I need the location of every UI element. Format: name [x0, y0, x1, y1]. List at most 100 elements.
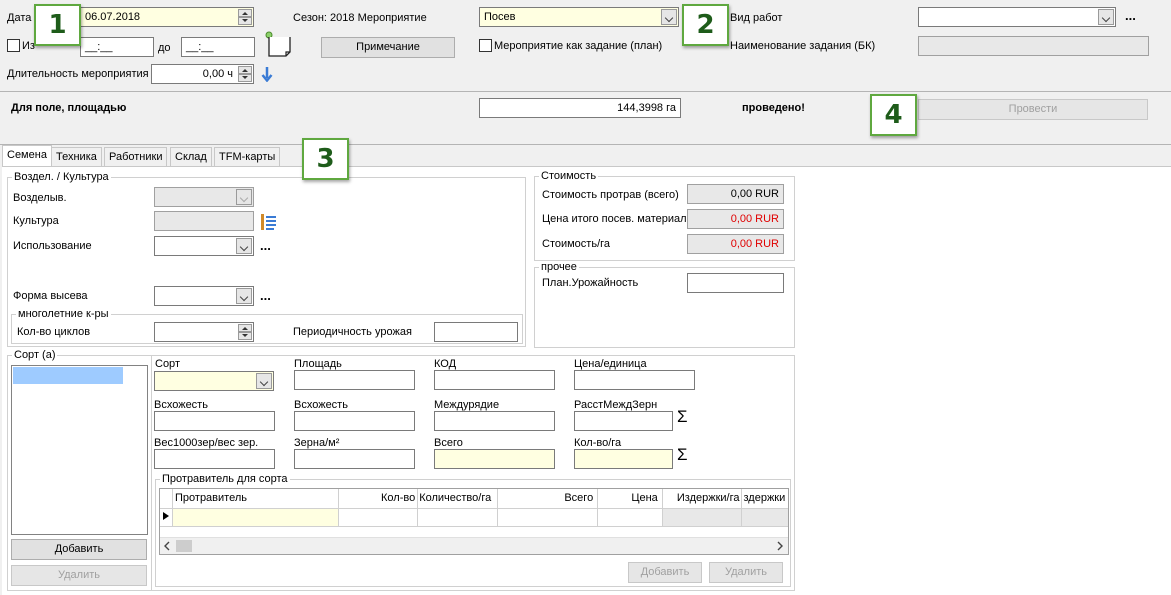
- cost-row-label: Стоимость протрав (всего): [542, 189, 679, 201]
- arrow-down-icon[interactable]: [261, 66, 273, 83]
- cycles-input[interactable]: [154, 322, 254, 342]
- sowing-form-more-button[interactable]: ...: [260, 288, 271, 303]
- list-icon[interactable]: [259, 213, 277, 231]
- add-variety-button[interactable]: Добавить: [11, 539, 147, 560]
- table-cell[interactable]: [741, 508, 788, 527]
- duration-input[interactable]: 0,00 ч: [151, 64, 254, 84]
- grains-m2-label: Зерна/м²: [294, 437, 340, 449]
- add-treatment-button[interactable]: Добавить: [628, 562, 702, 583]
- chevron-down-icon[interactable]: [1098, 9, 1114, 25]
- header-panel: Дата 06.07.2018 Из __:__ до __:__ Длител…: [0, 0, 1171, 92]
- grains-m2-field[interactable]: [294, 449, 415, 469]
- as-task-checkbox[interactable]: [479, 39, 492, 52]
- tab-workers[interactable]: Работники: [104, 147, 168, 166]
- note-button[interactable]: Примечание: [321, 37, 455, 58]
- chevron-down-icon[interactable]: [661, 9, 677, 25]
- work-type-more-button[interactable]: ...: [1125, 8, 1136, 23]
- area-label: Площадь: [294, 358, 342, 370]
- variety-list[interactable]: [11, 365, 148, 535]
- conduct-button[interactable]: Провести: [918, 99, 1148, 120]
- delete-treatment-button[interactable]: Удалить: [709, 562, 783, 583]
- table-row[interactable]: [160, 508, 788, 527]
- chevron-down-icon[interactable]: [236, 238, 252, 254]
- germination-label: Всхожесть: [294, 399, 348, 411]
- treatment-group-title: Протравитель для сорта: [160, 473, 290, 485]
- table-cell[interactable]: [662, 508, 743, 527]
- variety-label: Сорт: [155, 358, 180, 370]
- date-input[interactable]: 06.07.2018: [80, 7, 254, 27]
- scroll-left-icon[interactable]: [162, 541, 172, 551]
- field-label: Для поле, площадью: [11, 102, 127, 114]
- from-checkbox[interactable]: [7, 39, 20, 52]
- tab-warehouse[interactable]: Склад: [170, 147, 212, 166]
- usage-select[interactable]: [154, 236, 254, 256]
- table-cell[interactable]: [597, 508, 663, 527]
- as-task-label: Мероприятие как задание (план): [494, 40, 663, 52]
- table-cell[interactable]: [417, 508, 499, 527]
- column-header[interactable]: здержки: [741, 489, 788, 509]
- table-header-row: Протравитель Кол-во Количество/га Всего …: [160, 489, 788, 509]
- column-header[interactable]: Количество/га: [417, 489, 499, 509]
- sigma-icon[interactable]: Σ: [677, 445, 688, 465]
- chevron-down-icon: [236, 189, 252, 205]
- cost-row-value: 0,00 RUR: [687, 209, 784, 229]
- table-cell[interactable]: [338, 508, 419, 527]
- scroll-thumb[interactable]: [176, 540, 192, 552]
- time-to-input[interactable]: __:__: [181, 37, 255, 57]
- cultivated-select: [154, 187, 254, 207]
- usage-more-button[interactable]: ...: [260, 238, 271, 253]
- table-cell[interactable]: [497, 508, 599, 527]
- germination-field[interactable]: [294, 411, 415, 431]
- work-type-select[interactable]: [918, 7, 1116, 27]
- column-header[interactable]: Всего: [497, 489, 599, 509]
- periodicity-input[interactable]: [434, 322, 518, 342]
- sigma-icon[interactable]: Σ: [677, 407, 688, 427]
- time-from-input[interactable]: __:__: [80, 37, 154, 57]
- perennial-group-title: многолетние к-ры: [16, 308, 111, 320]
- periodicity-label: Периодичность урожая: [293, 326, 412, 338]
- total-field[interactable]: [434, 449, 555, 469]
- table-cell[interactable]: [172, 508, 339, 527]
- event-select[interactable]: Посев: [479, 7, 679, 27]
- area-field[interactable]: [294, 370, 415, 390]
- row-spacing-label: Междурядие: [434, 399, 500, 411]
- qty-ha-label: Кол-во/га: [574, 437, 622, 449]
- cost-row-label: Стоимость/га: [542, 238, 611, 250]
- date-spinner[interactable]: [238, 9, 252, 25]
- cost-row-value: 0,00 RUR: [687, 234, 784, 254]
- cycles-label: Кол-во циклов: [17, 326, 91, 338]
- yield-label: План.Урожайность: [542, 277, 639, 289]
- note-icon[interactable]: [264, 31, 292, 59]
- column-header[interactable]: Издержки/га: [662, 489, 743, 509]
- unit-price-field[interactable]: [574, 370, 695, 390]
- row-spacing-field[interactable]: [434, 411, 555, 431]
- weight1000-field[interactable]: [154, 449, 275, 469]
- code-field[interactable]: [434, 370, 555, 390]
- column-header[interactable]: Кол-во: [338, 489, 419, 509]
- total-label: Всего: [434, 437, 463, 449]
- column-header[interactable]: Цена: [597, 489, 663, 509]
- variety-select[interactable]: [154, 371, 274, 391]
- chevron-down-icon[interactable]: [256, 373, 272, 389]
- treatment-grid[interactable]: Протравитель Кол-во Количество/га Всего …: [159, 488, 789, 555]
- duration-spinner[interactable]: [238, 66, 252, 82]
- cycles-spinner[interactable]: [238, 324, 252, 340]
- yield-input[interactable]: [687, 273, 784, 293]
- scroll-right-icon[interactable]: [775, 541, 785, 551]
- list-item[interactable]: [13, 367, 123, 384]
- horizontal-scrollbar[interactable]: [160, 537, 788, 554]
- qty-ha-field[interactable]: [574, 449, 673, 469]
- tab-seeds[interactable]: Семена: [2, 145, 52, 167]
- task-name-input[interactable]: [918, 36, 1149, 56]
- sowing-form-select[interactable]: [154, 286, 254, 306]
- delete-variety-button[interactable]: Удалить: [11, 565, 147, 586]
- tab-tfm-cards[interactable]: TFM-карты: [214, 147, 281, 166]
- germination-field[interactable]: [154, 411, 275, 431]
- column-header[interactable]: Протравитель: [172, 489, 339, 509]
- callout-badge-1: 1: [34, 4, 81, 46]
- culture-label: Культура: [13, 215, 59, 227]
- to-label: до: [158, 42, 171, 54]
- chevron-down-icon[interactable]: [236, 288, 252, 304]
- tab-equipment[interactable]: Техника: [51, 147, 102, 166]
- seed-spacing-field[interactable]: [574, 411, 673, 431]
